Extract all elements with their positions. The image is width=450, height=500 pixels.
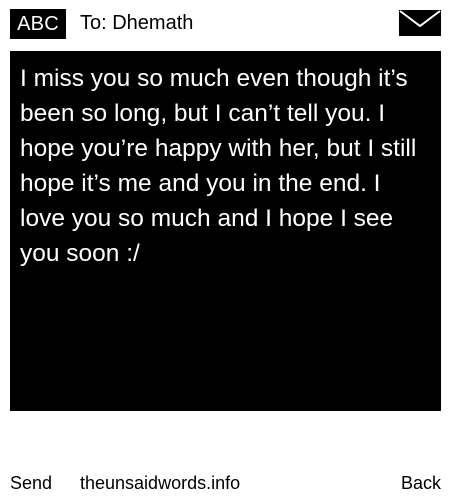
envelope-icon[interactable]	[399, 10, 441, 36]
message-body[interactable]: I miss you so much even though it’s been…	[10, 51, 441, 411]
back-button[interactable]: Back	[401, 470, 441, 496]
recipient-line: To: Dhemath	[80, 12, 194, 34]
site-name: theunsaidwords.info	[80, 473, 241, 493]
softkey-bar: Send theunsaidwords.info Back	[0, 470, 450, 500]
message-header: ABC To: Dhemath	[0, 0, 450, 46]
envelope-icon-graphic	[399, 10, 441, 36]
input-mode-badge[interactable]: ABC	[10, 9, 66, 39]
send-button[interactable]: Send	[10, 470, 52, 496]
